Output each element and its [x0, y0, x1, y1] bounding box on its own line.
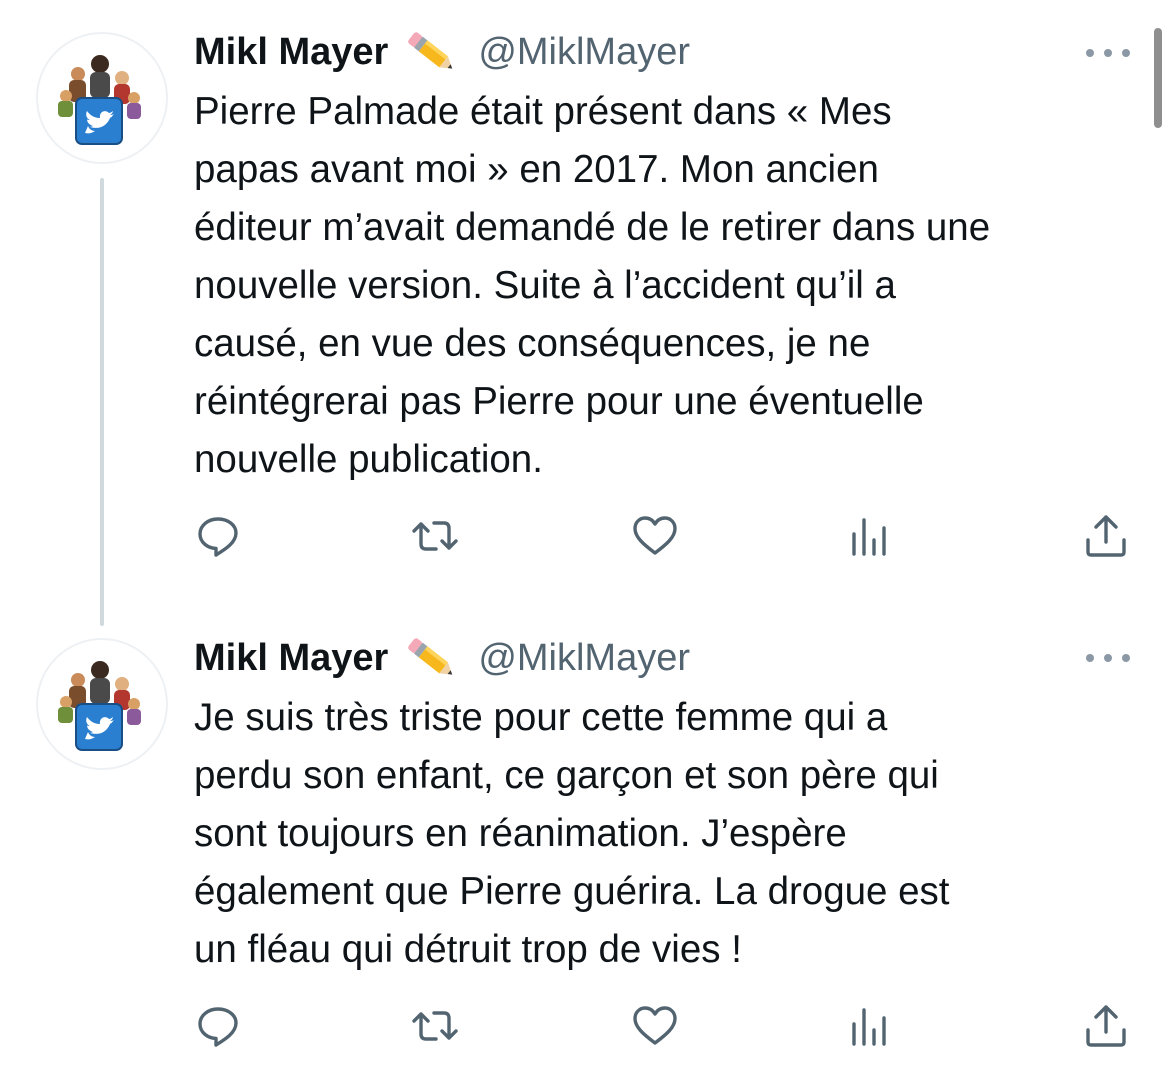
pencil-emoji-icon: [402, 632, 460, 684]
share-icon[interactable]: [1082, 512, 1130, 560]
tweet-actions: [194, 512, 1134, 560]
views-icon[interactable]: [846, 1002, 894, 1050]
avatar-image: [58, 55, 141, 145]
avatar[interactable]: [36, 638, 168, 770]
tweet-text: Je suis très triste pour cette femme qui…: [194, 696, 950, 971]
avatar[interactable]: [36, 32, 168, 164]
tweet-actions: [194, 1002, 1134, 1050]
retweet-icon[interactable]: [411, 1002, 459, 1050]
user-handle[interactable]: @MiklMayer: [478, 637, 690, 680]
pencil-emoji-icon: [402, 26, 460, 78]
share-icon[interactable]: [1082, 1002, 1130, 1050]
tweet-header: Mikl Mayer @MiklMayer: [194, 633, 690, 683]
tweet[interactable]: Mikl Mayer @MiklMayer Je suis très trist…: [0, 620, 1170, 1081]
tweet-header: Mikl Mayer @MiklMayer: [194, 27, 690, 77]
thread-line: [100, 178, 104, 626]
scrollbar[interactable]: [1154, 28, 1162, 128]
more-options-icon[interactable]: [1086, 648, 1130, 668]
user-handle[interactable]: @MiklMayer: [478, 31, 690, 74]
display-name[interactable]: Mikl Mayer: [194, 637, 388, 680]
retweet-icon[interactable]: [411, 512, 459, 560]
reply-icon[interactable]: [194, 512, 242, 560]
tweet[interactable]: Mikl Mayer @MiklMayer Pierre Palmade éta…: [0, 0, 1170, 626]
like-icon[interactable]: [631, 512, 679, 560]
reply-icon[interactable]: [194, 1002, 242, 1050]
views-icon[interactable]: [846, 512, 894, 560]
more-options-icon[interactable]: [1086, 43, 1130, 63]
display-name[interactable]: Mikl Mayer: [194, 31, 388, 74]
tweet-text: Pierre Palmade était présent dans « Mes …: [194, 90, 991, 481]
avatar-image: [58, 661, 141, 751]
like-icon[interactable]: [631, 1002, 679, 1050]
